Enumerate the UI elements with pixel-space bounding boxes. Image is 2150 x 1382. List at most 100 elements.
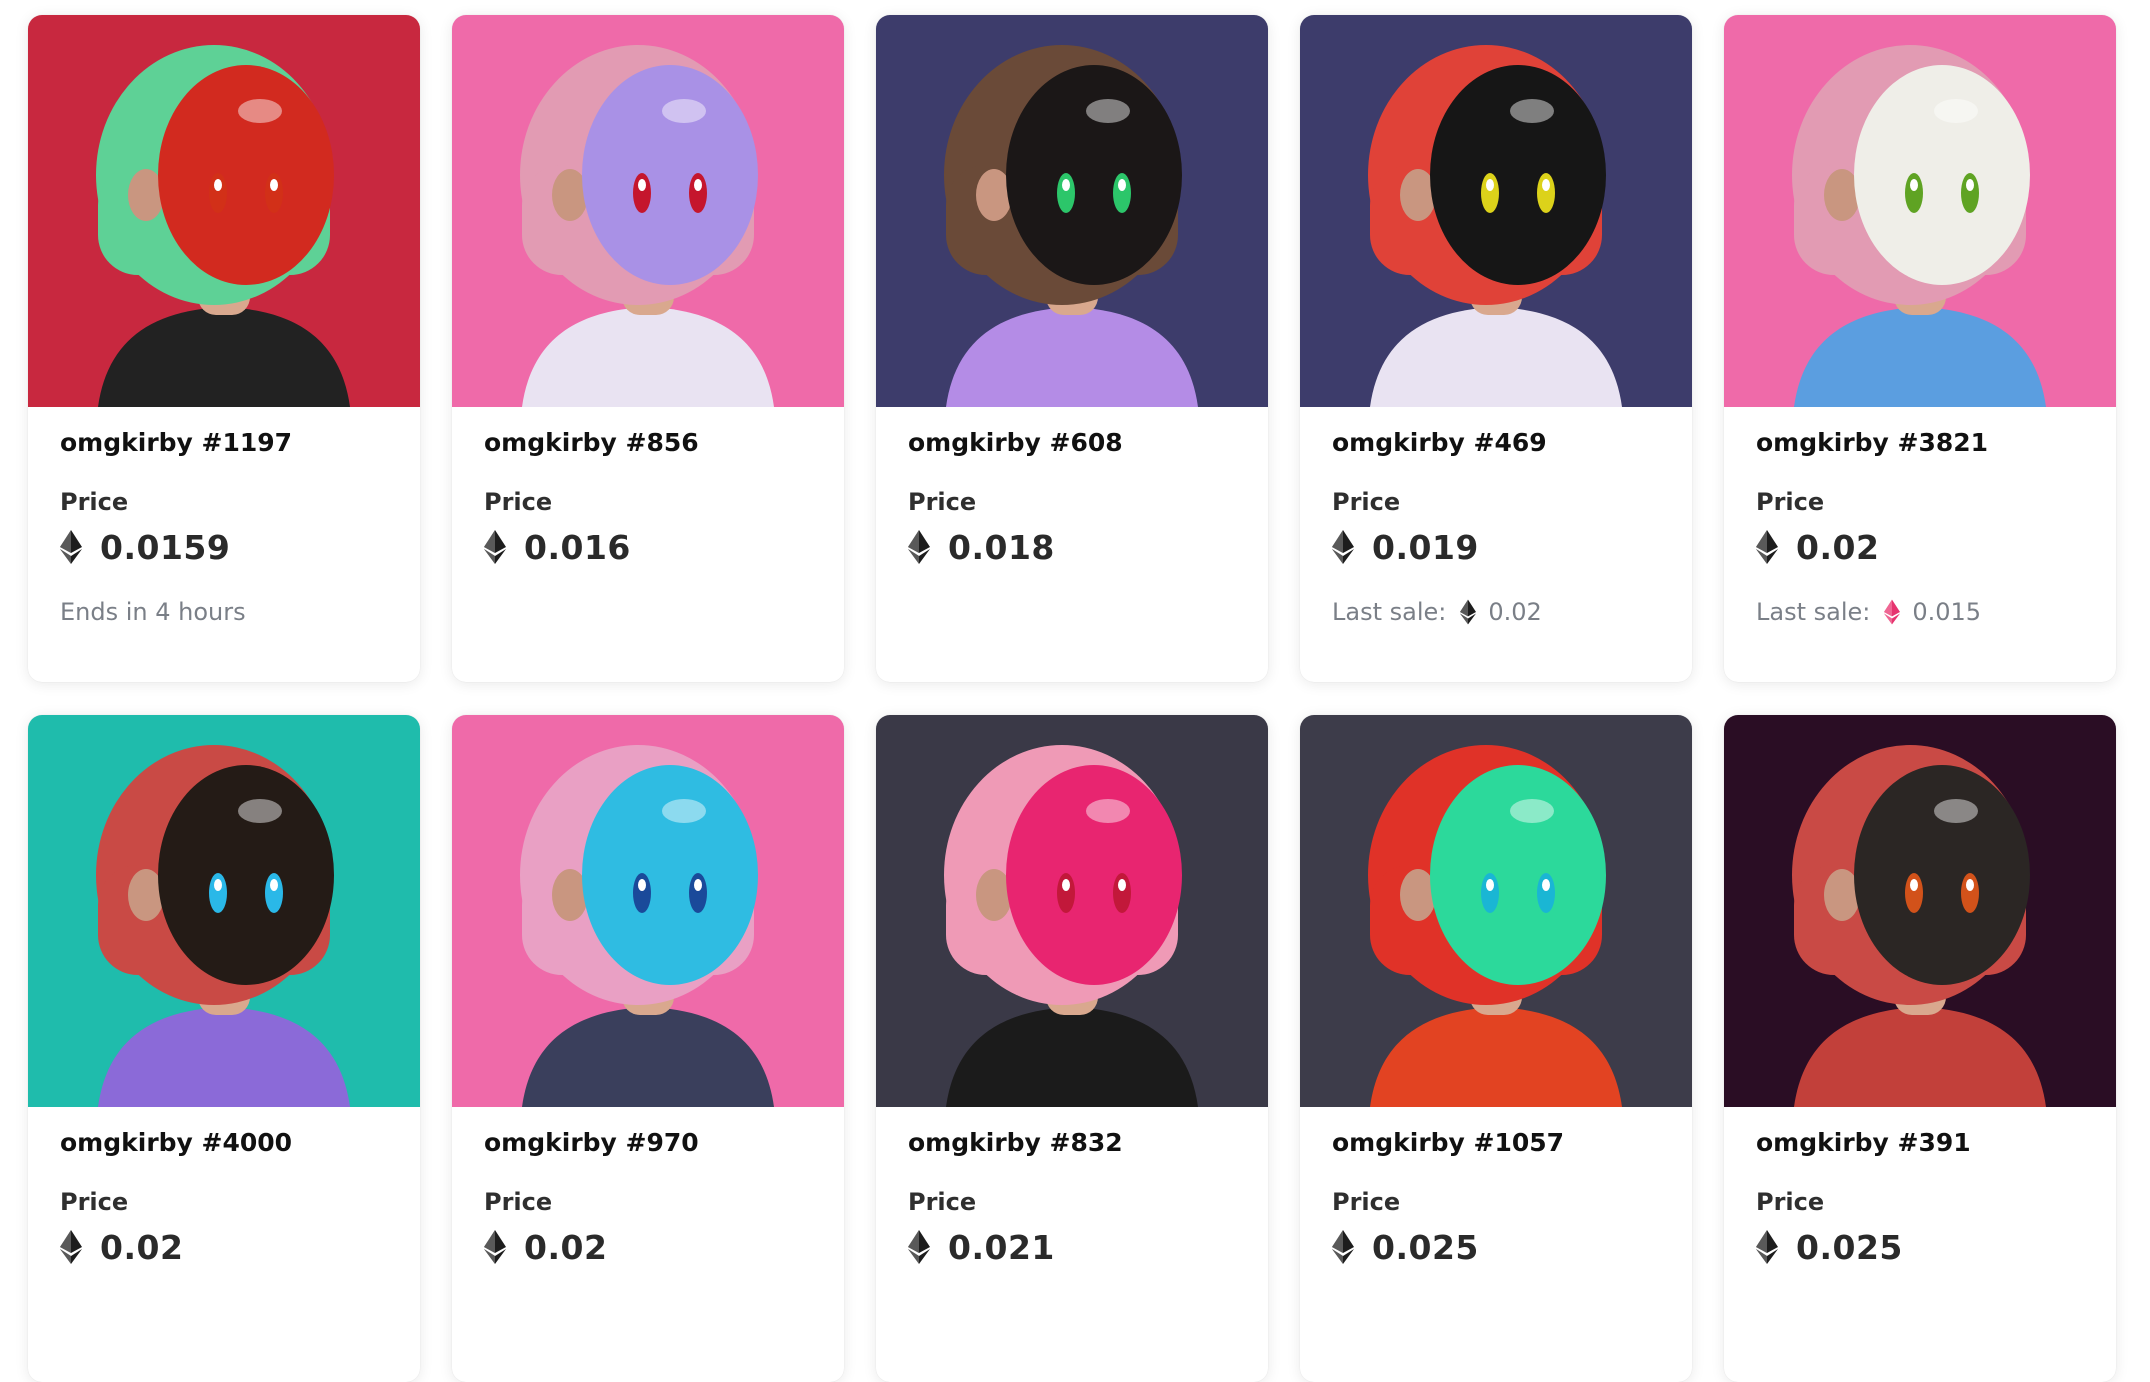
- card-footer: [484, 595, 812, 629]
- weth-icon: [1884, 599, 1901, 625]
- nft-card[interactable]: omgkirby #3821 Price 0.02 Last sale: 0.01…: [1724, 15, 2116, 682]
- ethereum-icon: [1756, 1230, 1778, 1264]
- price-value: 0.02: [1796, 527, 1880, 567]
- card-footer: [1756, 1295, 2084, 1329]
- nft-title[interactable]: omgkirby #608: [908, 425, 1236, 461]
- nft-card[interactable]: omgkirby #970 Price 0.02: [452, 715, 844, 1382]
- nft-title[interactable]: omgkirby #469: [1332, 425, 1660, 461]
- nft-card-grid: omgkirby #1197 Price 0.0159 Ends in 4 ho…: [28, 15, 2116, 1382]
- ethereum-icon: [1332, 530, 1354, 564]
- nft-card[interactable]: omgkirby #391 Price 0.025: [1724, 715, 2116, 1382]
- price-row: 0.025: [1332, 1227, 1660, 1267]
- price-value: 0.018: [948, 527, 1055, 567]
- nft-title[interactable]: omgkirby #832: [908, 1125, 1236, 1161]
- card-body: omgkirby #3821 Price 0.02 Last sale: 0.01…: [1724, 407, 2116, 629]
- card-body: omgkirby #469 Price 0.019 Last sale: 0.02: [1300, 407, 1692, 629]
- avatar-illustration: [876, 15, 1268, 407]
- nft-card[interactable]: omgkirby #469 Price 0.019 Last sale: 0.02: [1300, 15, 1692, 682]
- price-row: 0.021: [908, 1227, 1236, 1267]
- card-footer: [908, 595, 1236, 629]
- nft-avatar-image[interactable]: [876, 15, 1268, 407]
- ethereum-icon: [60, 530, 82, 564]
- card-body: omgkirby #856 Price 0.016: [452, 407, 844, 629]
- avatar-illustration: [452, 15, 844, 407]
- ethereum-icon: [484, 1230, 506, 1264]
- card-footer: Last sale: 0.02: [1332, 595, 1660, 629]
- price-row: 0.02: [1756, 527, 2084, 567]
- card-body: omgkirby #608 Price 0.018: [876, 407, 1268, 629]
- nft-avatar-image[interactable]: [452, 715, 844, 1107]
- price-row: 0.02: [484, 1227, 812, 1267]
- price-label: Price: [1756, 488, 1825, 516]
- price-label: Price: [60, 488, 129, 516]
- avatar-illustration: [28, 15, 420, 407]
- price-label: Price: [484, 488, 553, 516]
- nft-card[interactable]: omgkirby #1197 Price 0.0159 Ends in 4 ho…: [28, 15, 420, 682]
- price-row: 0.02: [60, 1227, 388, 1267]
- card-footer: [484, 1295, 812, 1329]
- price-value: 0.02: [100, 1227, 184, 1267]
- card-body: omgkirby #970 Price 0.02: [452, 1107, 844, 1329]
- price-value: 0.025: [1372, 1227, 1479, 1267]
- ethereum-icon: [908, 530, 930, 564]
- price-value: 0.019: [1372, 527, 1479, 567]
- price-value: 0.016: [524, 527, 631, 567]
- price-row: 0.016: [484, 527, 812, 567]
- ethereum-icon: [1332, 1230, 1354, 1264]
- ethereum-icon: [60, 1230, 82, 1264]
- auction-ends-text: Ends in 4 hours: [60, 598, 246, 626]
- nft-card[interactable]: omgkirby #832 Price 0.021: [876, 715, 1268, 1382]
- nft-title[interactable]: omgkirby #4000: [60, 1125, 388, 1161]
- nft-avatar-image[interactable]: [1724, 715, 2116, 1107]
- nft-avatar-image[interactable]: [452, 15, 844, 407]
- nft-card[interactable]: omgkirby #4000 Price 0.02: [28, 715, 420, 1382]
- nft-avatar-image[interactable]: [876, 715, 1268, 1107]
- nft-avatar-image[interactable]: [1724, 15, 2116, 407]
- avatar-illustration: [1724, 715, 2116, 1107]
- card-body: omgkirby #1057 Price 0.025: [1300, 1107, 1692, 1329]
- last-sale-label: Last sale:: [1332, 598, 1447, 626]
- card-body: omgkirby #1197 Price 0.0159 Ends in 4 ho…: [28, 407, 420, 629]
- nft-card[interactable]: omgkirby #608 Price 0.018: [876, 15, 1268, 682]
- ethereum-icon: [908, 1230, 930, 1264]
- nft-title[interactable]: omgkirby #856: [484, 425, 812, 461]
- price-value: 0.021: [948, 1227, 1055, 1267]
- price-label: Price: [484, 1188, 553, 1216]
- price-label: Price: [908, 488, 977, 516]
- last-sale-value: 0.015: [1912, 598, 1982, 626]
- card-body: omgkirby #832 Price 0.021: [876, 1107, 1268, 1329]
- price-row: 0.0159: [60, 527, 388, 567]
- nft-title[interactable]: omgkirby #1197: [60, 425, 388, 461]
- nft-title[interactable]: omgkirby #970: [484, 1125, 812, 1161]
- card-footer: [60, 1295, 388, 1329]
- nft-avatar-image[interactable]: [1300, 15, 1692, 407]
- card-body: omgkirby #391 Price 0.025: [1724, 1107, 2116, 1329]
- avatar-illustration: [28, 715, 420, 1107]
- price-value: 0.0159: [100, 527, 231, 567]
- ethereum-icon: [1460, 599, 1477, 625]
- nft-title[interactable]: omgkirby #3821: [1756, 425, 2084, 461]
- card-footer: [1332, 1295, 1660, 1329]
- nft-card[interactable]: omgkirby #856 Price 0.016: [452, 15, 844, 682]
- price-row: 0.018: [908, 527, 1236, 567]
- price-label: Price: [1332, 1188, 1401, 1216]
- nft-avatar-image[interactable]: [1300, 715, 1692, 1107]
- nft-title[interactable]: omgkirby #391: [1756, 1125, 2084, 1161]
- nft-title[interactable]: omgkirby #1057: [1332, 1125, 1660, 1161]
- nft-avatar-image[interactable]: [28, 15, 420, 407]
- card-footer: Ends in 4 hours: [60, 595, 388, 629]
- card-footer: Last sale: 0.015: [1756, 595, 2084, 629]
- last-sale-value: 0.02: [1488, 598, 1542, 626]
- nft-card[interactable]: omgkirby #1057 Price 0.025: [1300, 715, 1692, 1382]
- avatar-illustration: [876, 715, 1268, 1107]
- avatar-illustration: [1300, 15, 1692, 407]
- avatar-illustration: [452, 715, 844, 1107]
- price-value: 0.025: [1796, 1227, 1903, 1267]
- price-label: Price: [1332, 488, 1401, 516]
- card-body: omgkirby #4000 Price 0.02: [28, 1107, 420, 1329]
- price-label: Price: [1756, 1188, 1825, 1216]
- price-label: Price: [908, 1188, 977, 1216]
- avatar-illustration: [1300, 715, 1692, 1107]
- nft-avatar-image[interactable]: [28, 715, 420, 1107]
- price-value: 0.02: [524, 1227, 608, 1267]
